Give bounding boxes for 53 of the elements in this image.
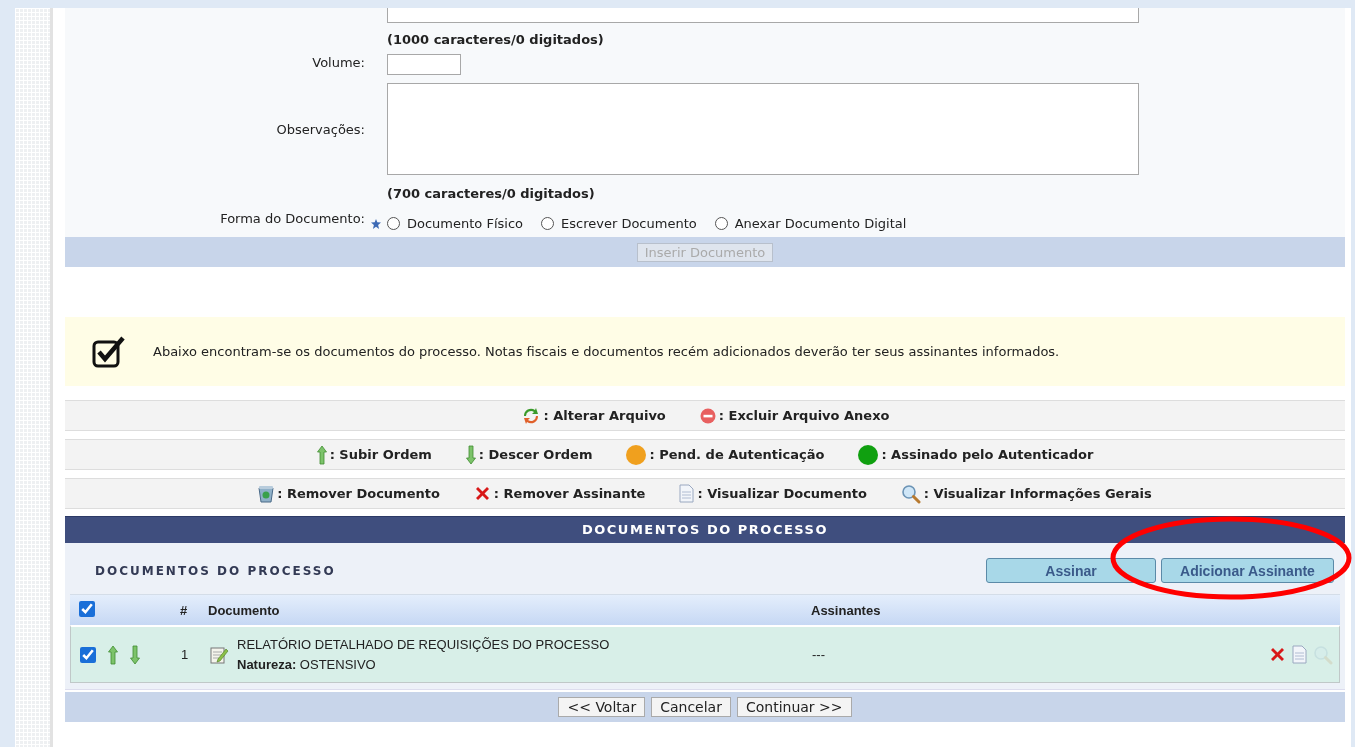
radio-button[interactable] xyxy=(541,217,554,230)
legend-label: : Excluir Arquivo Anexo xyxy=(718,408,890,423)
document-title: RELATÓRIO DETALHADO DE REQUISIÇÕES DO PROCESSO xyxy=(237,637,610,652)
legend-label: : Pend. de Autenticação xyxy=(649,447,825,462)
column-header: Assinantes xyxy=(811,602,882,618)
legend-label: : Remover Assinante xyxy=(493,486,646,501)
field-label: Forma do Documento: xyxy=(220,211,365,226)
back-button[interactable]: << Voltar xyxy=(558,697,646,717)
section-title: DOCUMENTOS DO PROCESSO xyxy=(95,563,337,578)
minus-circle-icon xyxy=(699,407,716,424)
up-arrow-icon xyxy=(316,444,327,465)
legend-label: : Alterar Arquivo xyxy=(543,408,666,423)
cross-icon[interactable] xyxy=(1269,646,1286,663)
document-icon[interactable] xyxy=(1292,645,1307,664)
legend-label: : Remover Documento xyxy=(277,486,440,501)
radio-label: Anexar Documento Digital xyxy=(734,216,907,231)
character-counter: (1000 caracteres/0 digitados) xyxy=(387,32,604,47)
signers-cell: --- xyxy=(812,647,825,662)
legend-label: : Assinado pelo Autenticador xyxy=(881,447,1094,462)
edit-note-icon xyxy=(209,644,229,665)
search-icon xyxy=(900,483,921,504)
legend-label: : Visualizar Informações Gerais xyxy=(923,486,1152,501)
select-all-checkbox[interactable] xyxy=(79,600,95,617)
column-header: Documento xyxy=(208,602,281,618)
continue-button[interactable]: Continuar >> xyxy=(736,697,852,717)
column-header: # xyxy=(180,602,189,618)
checkbox-icon xyxy=(92,335,126,368)
trash-icon xyxy=(258,484,275,503)
legend-label: : Visualizar Documento xyxy=(697,486,867,501)
up-arrow-icon[interactable] xyxy=(108,644,118,665)
radio-label: Documento Físico xyxy=(407,216,523,231)
cancel-button[interactable]: Cancelar xyxy=(651,697,731,717)
radio-label: Escrever Documento xyxy=(561,216,697,231)
legend-label: : Subir Ordem xyxy=(329,447,432,462)
legend-label: : Descer Ordem xyxy=(478,447,593,462)
down-arrow-icon xyxy=(465,444,476,465)
table-title: DOCUMENTOS DO PROCESSO xyxy=(582,522,828,537)
row-checkbox[interactable] xyxy=(80,646,96,663)
notice-text: Abaixo encontram-se os documentos do processo. Notas fiscais e documentos recém adicionados deverão ter seus assinantes informados. xyxy=(153,344,1060,359)
observations-field[interactable] xyxy=(387,83,1139,175)
field-label: Volume: xyxy=(312,55,365,70)
character-counter: (700 caracteres/0 digitados) xyxy=(387,186,595,201)
add-signer-button[interactable]: Adicionar Assinante xyxy=(1161,558,1334,583)
text-area[interactable] xyxy=(387,8,1139,23)
volume-field[interactable] xyxy=(387,54,461,75)
radio-button[interactable] xyxy=(714,217,728,230)
document-icon xyxy=(679,484,695,503)
radio-button[interactable] xyxy=(387,217,400,230)
row-number: 1 xyxy=(181,647,189,662)
sign-button[interactable]: Assinar xyxy=(986,558,1156,583)
down-arrow-icon[interactable] xyxy=(130,644,140,665)
field-label: Observações: xyxy=(276,121,365,137)
document-nature: Natureza: OSTENSIVO xyxy=(237,657,377,672)
